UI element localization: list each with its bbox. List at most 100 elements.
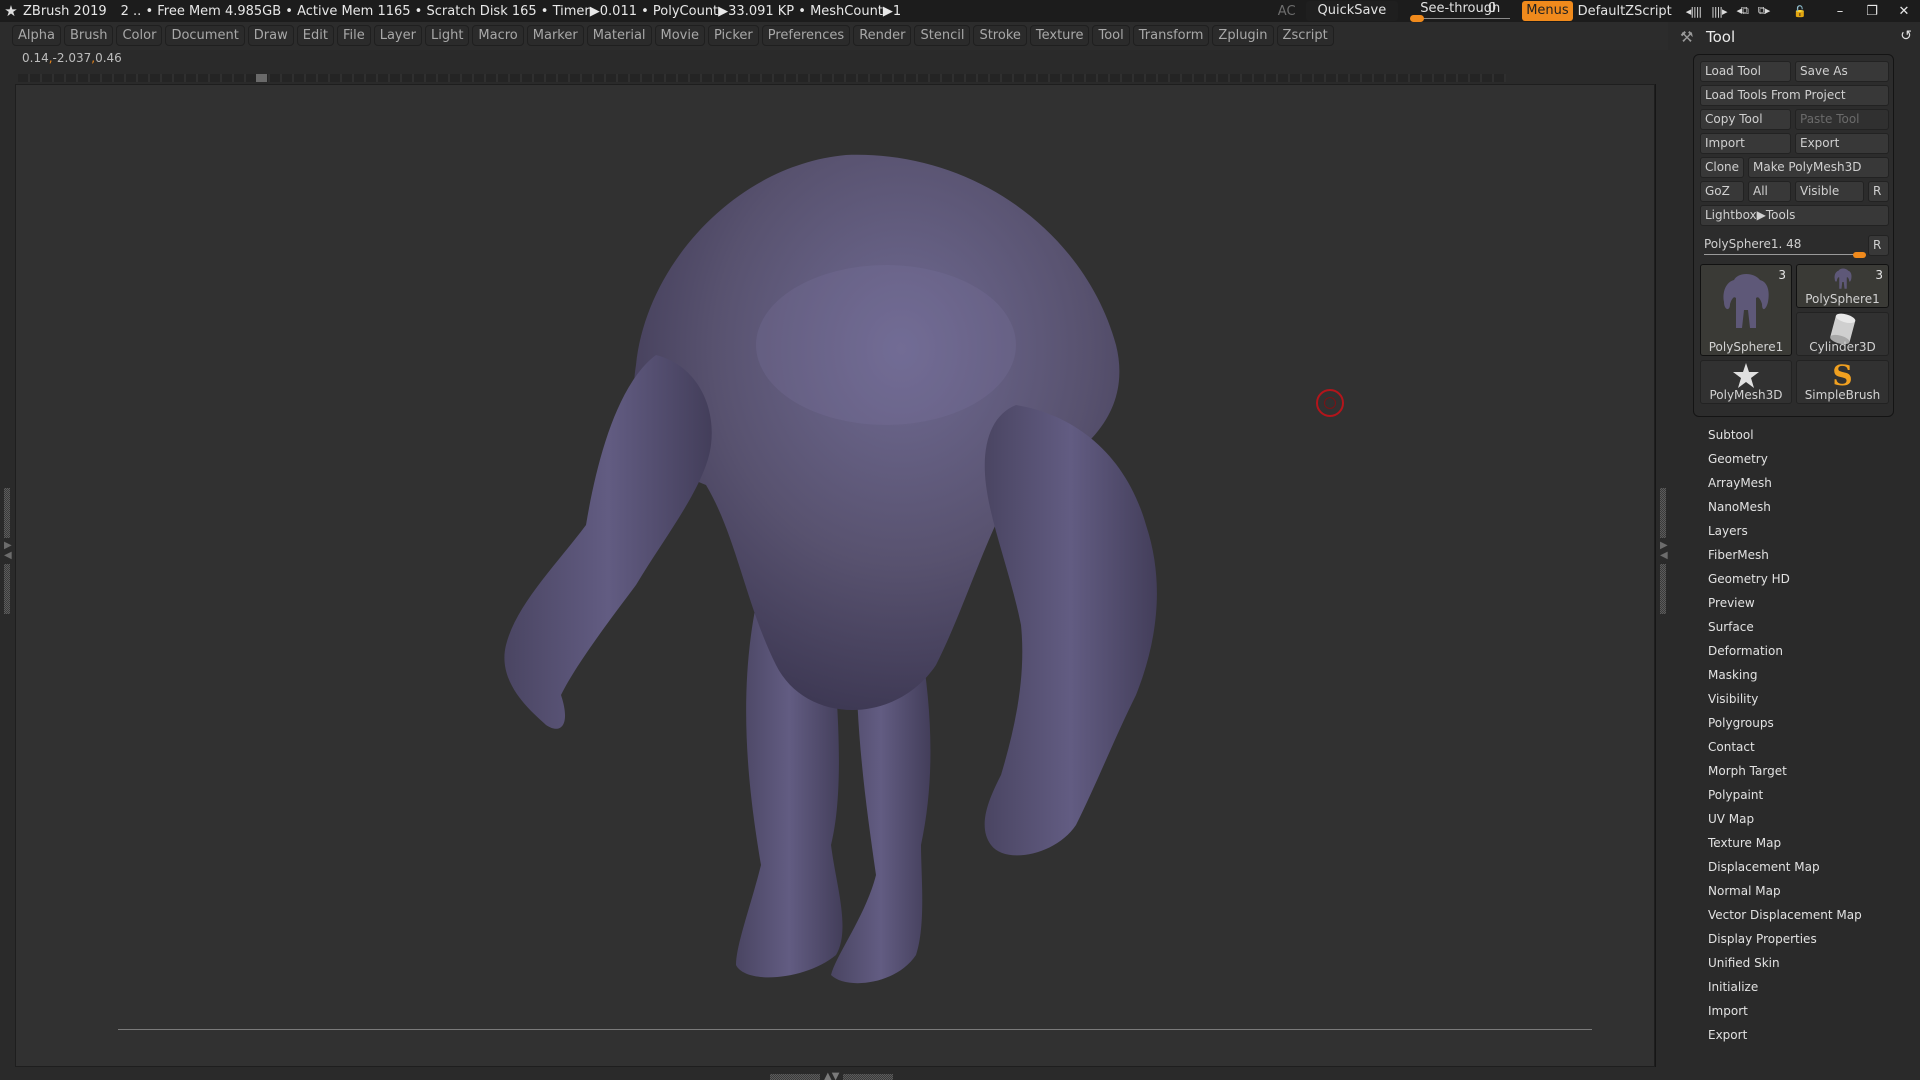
subpalette-layers[interactable]: Layers [1708,519,1862,543]
subpalette-polypaint[interactable]: Polypaint [1708,783,1862,807]
menu-material[interactable]: Material [586,25,652,46]
save-as-button[interactable]: Save As [1795,61,1889,82]
subpalette-texture-map[interactable]: Texture Map [1708,831,1862,855]
quicksave-button[interactable]: QuickSave [1305,1,1399,21]
bottom-tray-grip-right[interactable] [843,1073,894,1080]
subpalette-uv-map[interactable]: UV Map [1708,807,1862,831]
minimize-icon[interactable]: – [1824,4,1856,19]
lock-icon[interactable]: 🔓 [1793,5,1807,18]
left-tray-grip-top[interactable] [4,488,10,538]
menu-picker[interactable]: Picker [708,25,759,46]
copy-tool-button[interactable]: Copy Tool [1700,109,1791,130]
menu-edit[interactable]: Edit [296,25,334,46]
subtool-slider-knob[interactable] [1853,252,1866,258]
subtool-r-button[interactable]: R [1868,235,1889,256]
tray-left-icon[interactable]: ◂|||| [1686,5,1702,18]
see-through-slider[interactable]: See-through 0 [1410,0,1511,22]
menu-alpha[interactable]: Alpha [12,25,61,46]
paste-tool-button[interactable]: Paste Tool [1795,109,1889,130]
subpalette-nanomesh[interactable]: NanoMesh [1708,495,1862,519]
menu-movie[interactable]: Movie [654,25,705,46]
bottom-tray-arrows-icon[interactable]: ▲▼ [824,1071,839,1080]
left-tray-handle[interactable]: ▶ ◀ [4,488,12,614]
layout-next-icon[interactable]: ⧉▸ [1758,4,1770,18]
goz-button[interactable]: GoZ [1700,181,1744,202]
close-icon[interactable]: ✕ [1888,4,1920,19]
menu-render[interactable]: Render [853,25,912,46]
lightbox-tools-button[interactable]: Lightbox▶Tools [1700,205,1889,226]
subpalette-import[interactable]: Import [1708,999,1862,1023]
timeline-marker[interactable] [256,74,267,82]
subpalette-unified-skin[interactable]: Unified Skin [1708,951,1862,975]
menu-tool[interactable]: Tool [1092,25,1130,46]
menu-zplugin[interactable]: Zplugin [1212,25,1274,46]
menu-marker[interactable]: Marker [526,25,584,46]
goz-r-button[interactable]: R [1868,181,1889,202]
clone-button[interactable]: Clone [1700,157,1744,178]
default-zscript-button[interactable]: DefaultZScript [1578,4,1672,19]
left-tray-grip-bottom[interactable] [4,564,10,614]
tool-thumb-simplebrush[interactable]: S SimpleBrush [1796,360,1889,404]
subpalette-arraymesh[interactable]: ArrayMesh [1708,471,1862,495]
tool-thumb-polymesh3d[interactable]: PolyMesh3D [1700,360,1792,404]
see-through-knob[interactable] [1410,15,1425,22]
bottom-tray-grip-left[interactable] [770,1073,820,1080]
ac-button[interactable]: AC [1278,4,1296,19]
menu-transform[interactable]: Transform [1132,25,1210,46]
subpalette-contact[interactable]: Contact [1708,735,1862,759]
import-button[interactable]: Import [1700,133,1791,154]
subpalette-masking[interactable]: Masking [1708,663,1862,687]
timeline-track[interactable] [18,74,1506,82]
subpalette-vector-displacement-map[interactable]: Vector Displacement Map [1708,903,1862,927]
subtool-selector-slider[interactable]: PolySphere1. 48 [1700,235,1866,258]
goz-visible-button[interactable]: Visible [1795,181,1864,202]
tool-thumb-polysphere1-current[interactable]: 3 PolySphere1 [1700,264,1792,356]
menu-file[interactable]: File [336,25,371,46]
subpalette-visibility[interactable]: Visibility [1708,687,1862,711]
reset-icon[interactable]: ↺ [1900,28,1912,44]
right-tray-grip-top[interactable] [1660,488,1666,538]
subpalette-subtool[interactable]: Subtool [1708,423,1862,447]
menu-macro[interactable]: Macro [472,25,524,46]
subpalette-display-properties[interactable]: Display Properties [1708,927,1862,951]
menu-brush[interactable]: Brush [63,25,114,46]
menu-stroke[interactable]: Stroke [973,25,1027,46]
subpalette-surface[interactable]: Surface [1708,615,1862,639]
subpalette-morph-target[interactable]: Morph Target [1708,759,1862,783]
menu-light[interactable]: Light [424,25,470,46]
restore-icon[interactable]: ❐ [1856,4,1888,19]
bottom-tray-handle[interactable]: ▲▼ [770,1071,894,1080]
goz-all-button[interactable]: All [1748,181,1791,202]
load-tools-from-project-button[interactable]: Load Tools From Project [1700,85,1889,106]
sculpt-model[interactable] [16,85,1655,1067]
left-tray-arrows-icon[interactable]: ▶ ◀ [4,541,12,561]
tool-thumb-polysphere1[interactable]: 3 PolySphere1 [1796,264,1889,308]
export-button[interactable]: Export [1795,133,1889,154]
menu-preferences[interactable]: Preferences [761,25,851,46]
subpalette-fibermesh[interactable]: FiberMesh [1708,543,1862,567]
menu-layer[interactable]: Layer [373,25,422,46]
right-tray-arrows-icon[interactable]: ▶ ◀ [1660,541,1668,561]
make-polymesh3d-button[interactable]: Make PolyMesh3D [1748,157,1889,178]
subpalette-initialize[interactable]: Initialize [1708,975,1862,999]
subpalette-displacement-map[interactable]: Displacement Map [1708,855,1862,879]
subpalette-geometry-hd[interactable]: Geometry HD [1708,567,1862,591]
load-tool-button[interactable]: Load Tool [1700,61,1791,82]
menu-draw[interactable]: Draw [247,25,294,46]
subpalette-polygroups[interactable]: Polygroups [1708,711,1862,735]
right-tray-grip-bottom[interactable] [1660,564,1666,614]
subpalette-normal-map[interactable]: Normal Map [1708,879,1862,903]
tool-palette-header[interactable]: ⚒ Tool ↺ [1680,25,1912,49]
subpalette-preview[interactable]: Preview [1708,591,1862,615]
menu-zscript[interactable]: Zscript [1276,25,1334,46]
menu-stencil[interactable]: Stencil [914,25,971,46]
subpalette-deformation[interactable]: Deformation [1708,639,1862,663]
document-canvas[interactable] [15,84,1655,1067]
tool-thumb-cylinder3d[interactable]: Cylinder3D [1796,312,1889,356]
subpalette-geometry[interactable]: Geometry [1708,447,1862,471]
menus-toggle[interactable]: Menus [1522,1,1573,21]
menu-document[interactable]: Document [165,25,245,46]
layout-prev-icon[interactable]: ◂⧉ [1737,4,1749,18]
menu-texture[interactable]: Texture [1029,25,1090,46]
menu-color[interactable]: Color [116,25,163,46]
